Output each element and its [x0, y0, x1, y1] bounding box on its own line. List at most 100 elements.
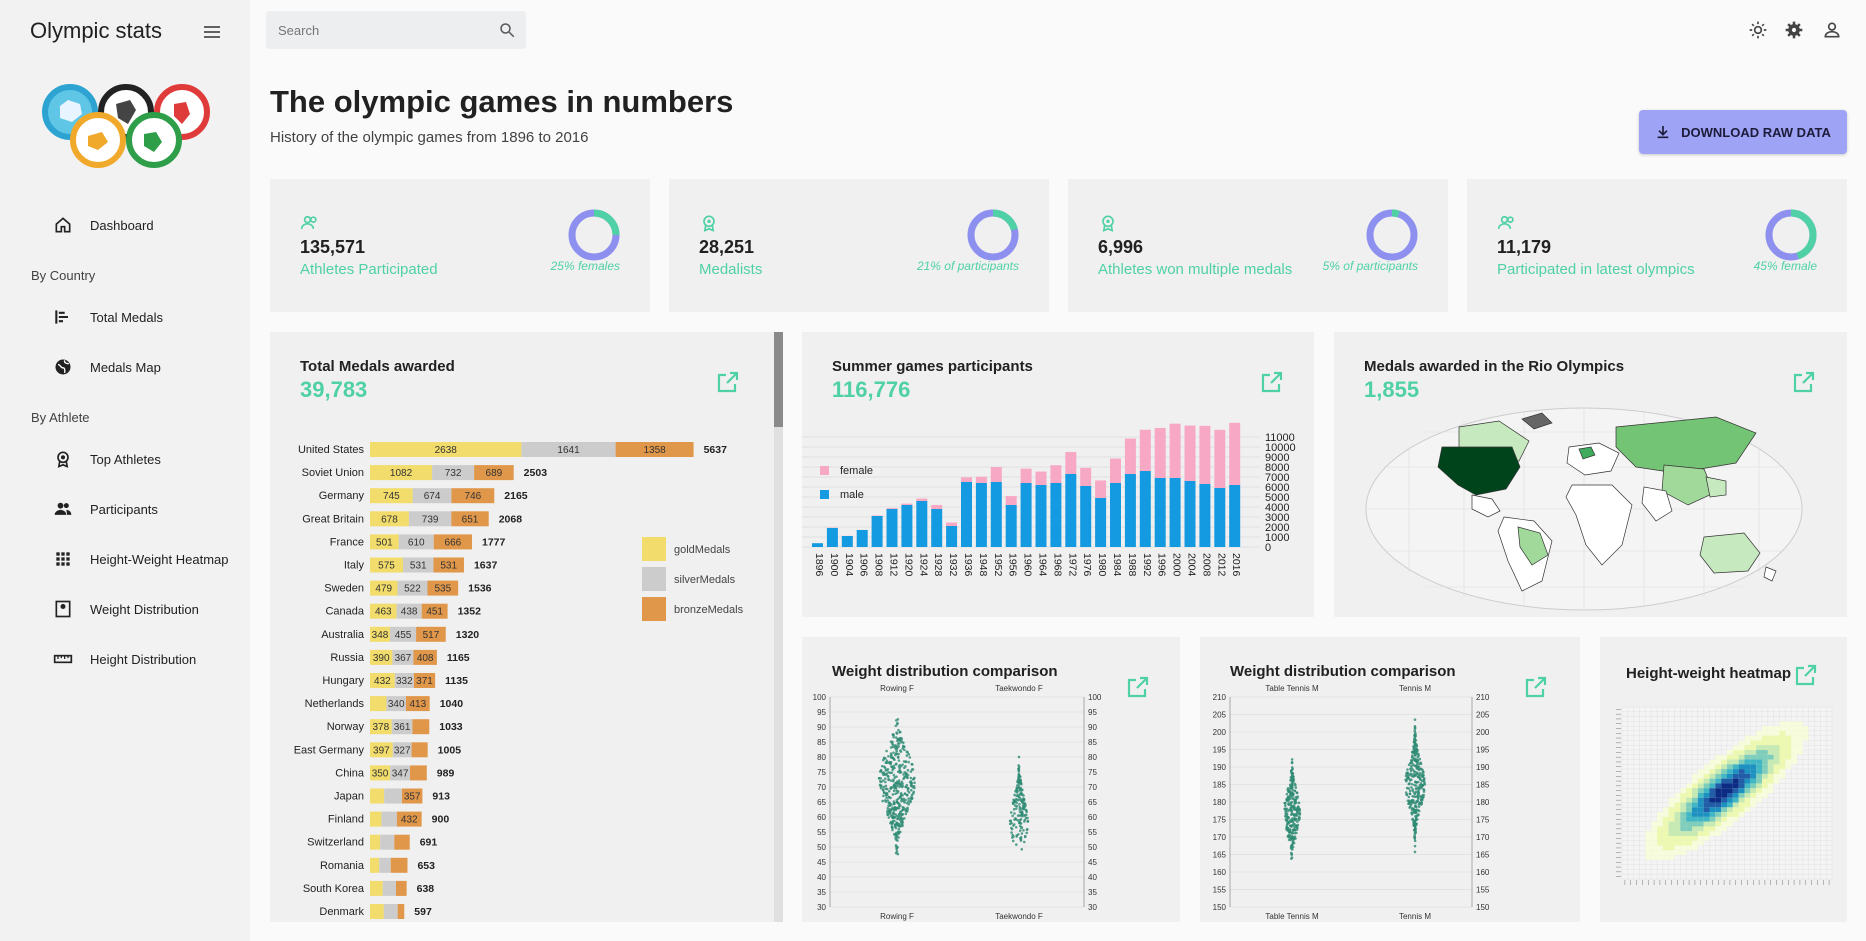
bar-male [1214, 488, 1226, 547]
stat-donut-chart [568, 209, 620, 261]
heatmap-cell [1773, 773, 1780, 779]
swarm-point [1411, 818, 1414, 822]
heatmap-cell [1791, 754, 1797, 760]
sidebar-item-dashboard[interactable]: Dashboard [0, 207, 250, 243]
sidebar-heading-country: By Country [31, 268, 96, 283]
heatmap-cell [1762, 750, 1768, 755]
bar-male [916, 501, 928, 547]
swarm-point [1289, 778, 1292, 782]
swarm-point [891, 806, 894, 810]
bar-value-label: 378 [373, 722, 390, 733]
category-label-bottom: Tennis M [1399, 912, 1431, 921]
bar-category-label: France [330, 536, 364, 548]
swarm-point [893, 776, 897, 779]
swarm-point [887, 816, 891, 819]
sidebar-item-top-athletes[interactable]: Top Athletes [0, 441, 250, 477]
open-external-icon[interactable] [1792, 370, 1816, 394]
heatmap-cell [1645, 840, 1652, 846]
bar-male [901, 505, 913, 547]
heatmap-cell [1732, 759, 1739, 765]
weight-swarm-chart-1: 30 30 35 35 40 40 45 45 50 50 55 55 60 60 65 65 70 70 75 75… [813, 684, 1102, 921]
y-tick-label-right: 65 [1088, 798, 1097, 807]
scrollbar-track[interactable] [774, 332, 783, 922]
heatmap-cell [1703, 821, 1710, 827]
heatmap-cell [1744, 769, 1751, 774]
search-input[interactable] [278, 20, 478, 40]
sidebar-item-label: Medals Map [90, 359, 161, 375]
swarm-point [1412, 808, 1416, 812]
y-tick-label-right: 30 [1088, 903, 1097, 912]
heatmap-cell [1721, 816, 1727, 822]
bar-female [946, 522, 958, 526]
heatmap-cell [1762, 773, 1768, 779]
y-tick-label-right: 155 [1476, 886, 1490, 895]
scrollbar-thumb[interactable] [774, 332, 783, 427]
heatmap-cell [1662, 812, 1669, 817]
theme-toggle-icon[interactable] [1748, 20, 1768, 40]
medals-bar-chart: United States 2638 1641 1358 5637 Soviet Unio… [294, 442, 744, 919]
heatmap-cell [1773, 740, 1780, 746]
heatmap-cell [1692, 831, 1698, 836]
swarm-point [898, 763, 902, 767]
heatmap-cell [1709, 831, 1716, 836]
heatmap-cell [1686, 812, 1692, 817]
heatmap-cell [1709, 802, 1716, 808]
swarm-point [903, 792, 907, 795]
hamburger-menu-icon[interactable] [200, 20, 224, 44]
gear-icon[interactable] [1784, 20, 1804, 40]
swarm-point [1011, 814, 1014, 818]
swarm-point [1287, 790, 1291, 793]
swarm-point [893, 823, 897, 826]
bar-female [1110, 458, 1121, 483]
heatmap-cell [1744, 788, 1751, 793]
download-raw-data-button[interactable]: DOWNLOAD RAW DATA [1639, 110, 1847, 154]
bar-male [812, 543, 823, 547]
bar-female [1020, 468, 1032, 483]
y-tick-label: 170 [1213, 833, 1227, 842]
heatmap-cell [1674, 802, 1681, 808]
swarm-point [1018, 788, 1022, 792]
medal-bar-segment [370, 880, 383, 896]
sidebar-item-total-medals[interactable]: Total Medals [0, 299, 250, 335]
swarm-point [1284, 818, 1288, 821]
heatmap-cell [1744, 750, 1751, 755]
user-icon[interactable] [1822, 20, 1842, 40]
bar-value-label: 340 [388, 699, 405, 710]
swarm-point [1289, 846, 1293, 850]
sidebar-item-heatmap[interactable]: Height-Weight Heatmap [0, 541, 250, 577]
heatmap-cell [1744, 754, 1751, 760]
heatmap-cell [1756, 750, 1762, 755]
heatmap-cell [1756, 745, 1762, 750]
swarm-point [1416, 765, 1420, 768]
swarm-point [1420, 767, 1423, 771]
legend-label: female [840, 465, 873, 477]
swarm-point [1418, 771, 1422, 775]
swarm-point [893, 802, 896, 805]
heatmap-cell [1721, 754, 1727, 760]
swarm-point [1288, 830, 1292, 833]
heatmap-cell [1756, 788, 1762, 793]
stat-donut-chart [1366, 209, 1418, 261]
sidebar-item-height-distribution[interactable]: Height Distribution [0, 641, 250, 677]
heatmap-cell [1697, 812, 1704, 817]
bar-female [1005, 496, 1017, 505]
heatmap-cell [1738, 773, 1745, 779]
swarm-point [1422, 777, 1426, 781]
heatmap-cell [1703, 764, 1710, 770]
heatmap-cell [1721, 769, 1727, 774]
medal-bar-segment [394, 834, 410, 850]
heatmap-cell [1692, 773, 1698, 779]
sidebar-item-weight-distribution[interactable]: Weight Distribution [0, 591, 250, 627]
heatmap-cell [1692, 783, 1698, 789]
swarm-point [1017, 755, 1021, 759]
heatmap-cell [1785, 730, 1792, 736]
heatmap-cell [1657, 812, 1663, 817]
swarm-point [1407, 772, 1411, 776]
swarm-point [1413, 764, 1417, 768]
swarm-point [881, 799, 885, 803]
sidebar-item-participants[interactable]: Participants [0, 491, 250, 527]
heatmap-cell [1662, 821, 1669, 827]
search-icon[interactable] [498, 21, 516, 39]
bar-category-label: Hungary [322, 675, 364, 687]
sidebar-item-medals-map[interactable]: Medals Map [0, 349, 250, 385]
